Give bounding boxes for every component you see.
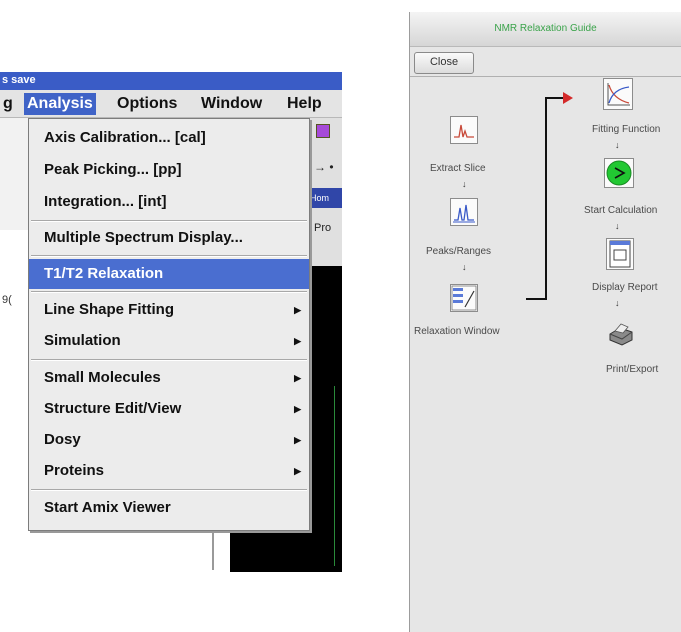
fitting-function-icon[interactable] [603, 78, 633, 110]
background-tab-active[interactable]: Hom [310, 188, 342, 208]
menu-item-proteins[interactable]: Proteins ▶ [29, 456, 309, 486]
menu-separator [31, 255, 307, 257]
background-number-fragment: 9( [2, 294, 12, 306]
menu-fragment[interactable]: g [0, 93, 16, 115]
submenu-arrow-icon: ▶ [294, 373, 301, 383]
topspin-window: s save g Analysis Options Window Help 9(… [0, 72, 342, 572]
submenu-arrow-icon: ▶ [294, 305, 301, 315]
menu-item-t1t2-relaxation[interactable]: T1/T2 Relaxation [29, 259, 309, 289]
arrow-right-icon[interactable]: → • [314, 160, 334, 174]
menu-options[interactable]: Options [114, 93, 180, 115]
menu-item-peak-picking[interactable]: Peak Picking... [pp] [29, 155, 309, 185]
toolbar-tool-icon[interactable] [316, 124, 330, 138]
arrow-right-icon [563, 92, 573, 104]
menu-item-start-amix-viewer[interactable]: Start Amix Viewer [29, 493, 309, 523]
arrow-down-icon: ↓ [462, 262, 467, 272]
arrow-down-icon: ↓ [615, 140, 620, 150]
menu-item-label: Small Molecules [44, 369, 161, 386]
menu-item-axis-calibration[interactable]: Axis Calibration... [cal] [29, 123, 309, 153]
menu-analysis[interactable]: Analysis [24, 93, 96, 115]
menu-help[interactable]: Help [284, 93, 325, 115]
display-report-icon[interactable] [606, 238, 634, 270]
step-label-start-calculation[interactable]: Start Calculation [584, 205, 657, 216]
relaxation-window-icon[interactable] [450, 284, 478, 312]
submenu-arrow-icon: ▶ [294, 404, 301, 414]
print-export-icon[interactable] [606, 318, 636, 348]
menu-separator [31, 359, 307, 361]
window-title-fragment: s save [2, 74, 36, 86]
menu-bar: g Analysis Options Window Help [0, 90, 342, 118]
menu-separator [31, 291, 307, 293]
menu-item-structure-edit-view[interactable]: Structure Edit/View ▶ [29, 394, 309, 424]
menu-item-label: Peak Picking... [pp] [44, 161, 182, 178]
menu-item-label: Multiple Spectrum Display... [44, 229, 243, 246]
spectrum-peak-line [334, 386, 335, 566]
nmr-relaxation-guide-panel: NMR Relaxation Guide Close Extract Slice… [409, 12, 681, 632]
menu-item-label: T1/T2 Relaxation [44, 265, 164, 282]
submenu-arrow-icon: ▶ [294, 435, 301, 445]
extract-slice-icon[interactable] [450, 116, 478, 144]
step-label-extract-slice[interactable]: Extract Slice [430, 163, 486, 174]
background-toolbar-strip [0, 118, 31, 230]
step-label-relaxation-window[interactable]: Relaxation Window [414, 326, 500, 337]
submenu-arrow-icon: ▶ [294, 466, 301, 476]
menu-item-integration[interactable]: Integration... [int] [29, 187, 309, 217]
menu-item-simulation[interactable]: Simulation ▶ [29, 326, 309, 356]
menu-window[interactable]: Window [198, 93, 265, 115]
analysis-dropdown-menu: Axis Calibration... [cal] Peak Picking..… [28, 118, 310, 531]
menu-separator [31, 220, 307, 222]
step-label-print-export[interactable]: Print/Export [606, 364, 658, 375]
menu-item-line-shape-fitting[interactable]: Line Shape Fitting ▶ [29, 295, 309, 325]
arrow-down-icon: ↓ [615, 221, 620, 231]
menu-item-label: Line Shape Fitting [44, 301, 174, 318]
start-calculation-icon[interactable] [604, 158, 634, 188]
menu-item-dosy[interactable]: Dosy ▶ [29, 425, 309, 455]
menu-item-label: Simulation [44, 332, 121, 349]
step-label-display-report[interactable]: Display Report [592, 282, 658, 293]
close-button[interactable]: Close [414, 52, 474, 74]
menu-item-label: Integration... [int] [44, 193, 167, 210]
arrow-down-icon: ↓ [615, 298, 620, 308]
step-label-fitting-function[interactable]: Fitting Function [592, 124, 660, 135]
guide-title: NMR Relaxation Guide [410, 12, 681, 47]
background-tab-label[interactable]: Pro [314, 222, 331, 234]
menu-separator [31, 489, 307, 491]
step-label-peaks-ranges[interactable]: Peaks/Ranges [426, 246, 491, 257]
menu-item-label: Start Amix Viewer [44, 499, 171, 516]
menu-item-multiple-spectrum-display[interactable]: Multiple Spectrum Display... [29, 223, 309, 253]
menu-item-label: Structure Edit/View [44, 400, 182, 417]
window-titlebar: s save [0, 72, 342, 90]
flow-connector [526, 298, 547, 300]
peaks-ranges-icon[interactable] [450, 198, 478, 226]
menu-item-label: Dosy [44, 431, 81, 448]
divider [410, 76, 681, 77]
menu-item-small-molecules[interactable]: Small Molecules ▶ [29, 363, 309, 393]
submenu-arrow-icon: ▶ [294, 336, 301, 346]
menu-item-label: Axis Calibration... [cal] [44, 129, 206, 146]
flow-connector [545, 97, 547, 300]
menu-item-label: Proteins [44, 462, 105, 479]
arrow-down-icon: ↓ [462, 179, 467, 189]
